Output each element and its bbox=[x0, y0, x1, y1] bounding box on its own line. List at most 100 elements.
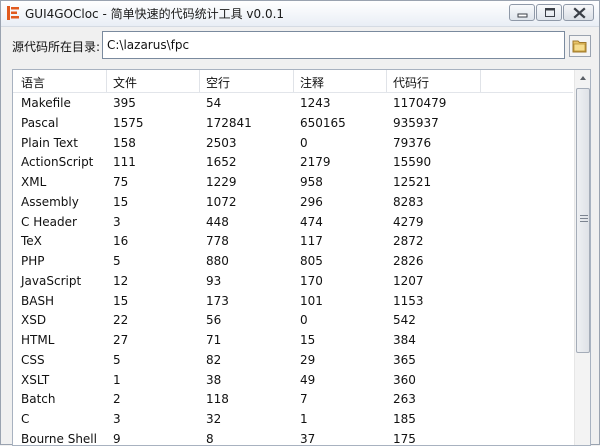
app-logo-icon bbox=[7, 6, 19, 20]
column-divider[interactable] bbox=[199, 70, 200, 92]
table-row[interactable]: JavaScript 12 93 170 1207 bbox=[13, 272, 573, 292]
table-row[interactable]: XML 75 1229 958 12521 bbox=[13, 173, 573, 193]
cell-language: XML bbox=[21, 175, 47, 189]
column-header-blank[interactable]: 空行 bbox=[206, 74, 230, 91]
cell-blank: 1229 bbox=[206, 175, 237, 189]
cell-blank: 1072 bbox=[206, 194, 237, 209]
vertical-scrollbar[interactable] bbox=[574, 70, 591, 445]
cell-code: 2826 bbox=[393, 254, 424, 268]
table-row[interactable]: PHP 5 880 805 2826 bbox=[13, 252, 573, 272]
cell-language: JavaScript bbox=[21, 273, 82, 288]
cell-comments: 1243 bbox=[300, 96, 331, 110]
cell-blank: 880 bbox=[206, 254, 229, 268]
cell-code: 542 bbox=[393, 313, 416, 328]
table-row[interactable]: Bourne Shell 9 8 37 175 bbox=[13, 430, 573, 446]
cell-files: 12 bbox=[113, 273, 129, 288]
cell-files: 111 bbox=[113, 155, 136, 170]
cell-code: 12521 bbox=[393, 175, 432, 189]
minimize-icon bbox=[517, 13, 528, 18]
cell-blank: 118 bbox=[206, 392, 229, 407]
cell-blank: 2503 bbox=[206, 135, 237, 150]
cell-files: 158 bbox=[113, 135, 136, 150]
cell-language: HTML bbox=[21, 333, 55, 347]
table-row[interactable]: Plain Text 158 2503 0 79376 bbox=[13, 134, 573, 154]
browse-folder-button[interactable] bbox=[569, 35, 591, 57]
cell-language: Pascal bbox=[21, 115, 59, 130]
title-bar: GUI4GOCloc - 简单快速的代码统计工具 v0.0.1 bbox=[1, 1, 599, 27]
cell-files: 5 bbox=[113, 254, 121, 268]
close-button[interactable] bbox=[563, 4, 594, 21]
cell-language: Bourne Shell bbox=[21, 431, 97, 446]
window-title: GUI4GOCloc - 简单快速的代码统计工具 v0.0.1 bbox=[25, 7, 285, 21]
cell-blank: 172841 bbox=[206, 115, 252, 130]
cell-files: 395 bbox=[113, 96, 136, 110]
cell-files: 2 bbox=[113, 392, 121, 407]
table-row[interactable]: ActionScript 111 1652 2179 15590 bbox=[13, 153, 573, 173]
table-header: 语言 文件 空行 注释 代码行 bbox=[13, 70, 573, 93]
table-row[interactable]: CSS 5 82 29 365 bbox=[13, 351, 573, 371]
column-header-files[interactable]: 文件 bbox=[113, 74, 137, 91]
column-divider[interactable] bbox=[386, 70, 387, 92]
cell-blank: 778 bbox=[206, 234, 229, 249]
table-row[interactable]: Batch 2 118 7 263 bbox=[13, 390, 573, 410]
table-row[interactable]: Makefile 395 54 1243 1170479 bbox=[13, 94, 573, 114]
column-divider[interactable] bbox=[293, 70, 294, 92]
cell-files: 22 bbox=[113, 313, 129, 328]
cell-code: 935937 bbox=[393, 115, 439, 130]
scroll-up-arrow-icon[interactable] bbox=[575, 70, 591, 87]
cell-comments: 15 bbox=[300, 333, 316, 347]
cell-language: BASH bbox=[21, 293, 55, 308]
cell-files: 75 bbox=[113, 175, 129, 189]
cell-blank: 71 bbox=[206, 333, 222, 347]
cell-comments: 1 bbox=[300, 412, 308, 426]
cell-language: TeX bbox=[21, 234, 42, 249]
table-row[interactable]: Assembly 15 1072 296 8283 bbox=[13, 193, 573, 213]
column-divider[interactable] bbox=[106, 70, 107, 92]
table-row[interactable]: TeX 16 778 117 2872 bbox=[13, 232, 573, 252]
cell-code: 15590 bbox=[393, 155, 432, 170]
cell-files: 9 bbox=[113, 431, 121, 446]
cell-comments: 29 bbox=[300, 352, 316, 367]
table-body: Makefile 395 54 1243 1170479 Pascal 1575 172841… bbox=[13, 94, 573, 446]
column-divider[interactable] bbox=[480, 70, 481, 92]
column-header-code[interactable]: 代码行 bbox=[393, 74, 429, 91]
cell-code: 384 bbox=[393, 333, 416, 347]
maximize-icon bbox=[545, 8, 555, 17]
table-row[interactable]: XSD 22 56 0 542 bbox=[13, 311, 573, 331]
cell-comments: 650165 bbox=[300, 115, 346, 130]
cell-files: 15 bbox=[113, 194, 129, 209]
directory-input[interactable] bbox=[102, 31, 565, 59]
cell-code: 79376 bbox=[393, 135, 432, 150]
table-row[interactable]: BASH 15 173 101 1153 bbox=[13, 292, 573, 312]
scrollbar-thumb[interactable] bbox=[576, 88, 590, 353]
table-row[interactable]: Pascal 1575 172841 650165 935937 bbox=[13, 114, 573, 134]
cell-code: 185 bbox=[393, 412, 416, 426]
table-row[interactable]: HTML 27 71 15 384 bbox=[13, 331, 573, 351]
cell-code: 1153 bbox=[393, 293, 424, 308]
cell-language: Makefile bbox=[21, 96, 71, 110]
cell-blank: 32 bbox=[206, 412, 222, 426]
cell-code: 2872 bbox=[393, 234, 424, 249]
column-header-comments[interactable]: 注释 bbox=[300, 74, 324, 91]
cell-blank: 448 bbox=[206, 214, 229, 229]
cell-blank: 8 bbox=[206, 431, 214, 446]
table-row[interactable]: C 3 32 1 185 bbox=[13, 410, 573, 430]
results-table[interactable]: 语言 文件 空行 注释 代码行 Makefile 395 54 1243 1170479… bbox=[12, 69, 591, 446]
directory-label: 源代码所在目录: bbox=[12, 40, 101, 54]
cell-comments: 49 bbox=[300, 372, 316, 387]
cell-language: Assembly bbox=[21, 194, 79, 209]
cell-comments: 2179 bbox=[300, 155, 331, 170]
table-row[interactable]: C Header 3 448 474 4279 bbox=[13, 213, 573, 233]
cell-files: 1 bbox=[113, 372, 121, 387]
cell-code: 1207 bbox=[393, 273, 424, 288]
column-header-language[interactable]: 语言 bbox=[21, 74, 45, 91]
cell-language: C bbox=[21, 412, 30, 426]
cell-code: 175 bbox=[393, 431, 416, 446]
folder-icon bbox=[572, 40, 587, 53]
cell-code: 4279 bbox=[393, 214, 424, 229]
cell-blank: 1652 bbox=[206, 155, 237, 170]
cell-language: PHP bbox=[21, 254, 45, 268]
maximize-button[interactable] bbox=[536, 4, 562, 21]
table-row[interactable]: XSLT 1 38 49 360 bbox=[13, 371, 573, 391]
minimize-button[interactable] bbox=[509, 4, 535, 21]
